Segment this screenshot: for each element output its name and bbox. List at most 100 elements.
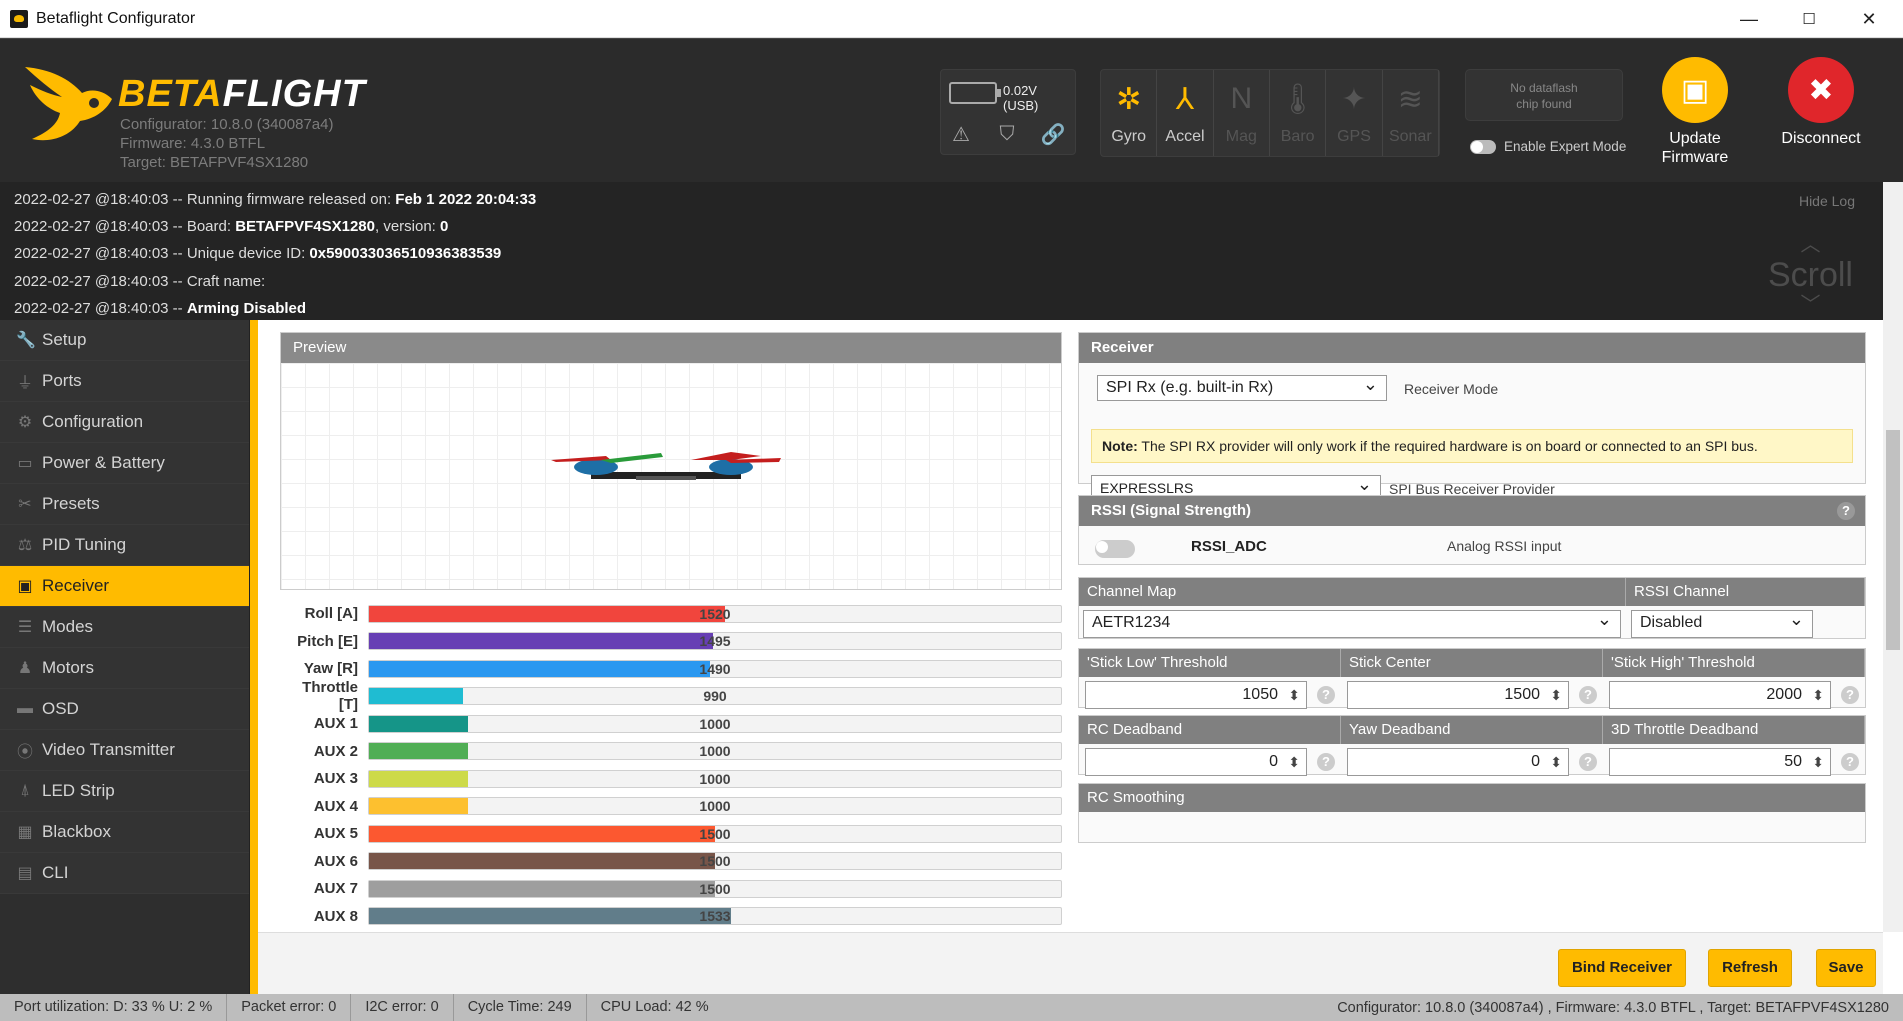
- save-button[interactable]: Save: [1816, 949, 1876, 987]
- channel-meter: 1500: [368, 880, 1062, 898]
- tab-receiver[interactable]: ▣ Receiver: [0, 566, 249, 607]
- pid-icon: ⚖: [16, 535, 34, 555]
- channel-row: AUX 3 1000: [280, 765, 1062, 793]
- tab-label: Motors: [42, 658, 94, 678]
- channel-value: 1500: [369, 826, 1061, 843]
- tab-video-transmitter[interactable]: ⦿ Video Transmitter: [0, 730, 249, 771]
- stick-center-input[interactable]: 1500: [1347, 681, 1569, 709]
- rssi-channel-select[interactable]: Disabled: [1631, 610, 1813, 638]
- stick-high-input[interactable]: 2000: [1609, 681, 1831, 709]
- sensor-gyro: ✲ Gyro: [1101, 70, 1157, 156]
- dataflash-line-1: No dataflash: [1466, 80, 1622, 96]
- presets-icon: ✂: [16, 494, 34, 514]
- scroll-toggle[interactable]: ︿ Scroll ﹀: [1768, 230, 1853, 320]
- channel-label: AUX 5: [280, 825, 368, 842]
- yaw-deadband-help-icon[interactable]: ?: [1579, 753, 1597, 771]
- receiver-mode-select[interactable]: SPI Rx (e.g. built-in Rx): [1097, 375, 1387, 401]
- stick-thresholds-panel: 'Stick Low' Threshold Stick Center 'Stic…: [1078, 648, 1866, 708]
- content-scroll-thumb[interactable]: [1886, 430, 1900, 650]
- rc-deadband-help-icon[interactable]: ?: [1317, 753, 1335, 771]
- log-bold: Feb 1 2022 20:04:33: [395, 191, 536, 208]
- tab-motors[interactable]: ♟ Motors: [0, 648, 249, 689]
- sensor-accel: ⅄ Accel: [1157, 70, 1213, 156]
- stick-high-heading: 'Stick High' Threshold: [1603, 649, 1865, 677]
- tab-label: Video Transmitter: [42, 740, 175, 760]
- channel-label: AUX 8: [280, 908, 368, 925]
- stick-low-input[interactable]: 1050: [1085, 681, 1307, 709]
- stick-high-help-icon[interactable]: ?: [1841, 686, 1859, 704]
- channel-meter: 1000: [368, 797, 1062, 815]
- i2c-error: I2C error: 0: [351, 994, 453, 1021]
- dataflash-status: No dataflash chip found: [1465, 69, 1623, 121]
- tab-configuration[interactable]: ⚙ Configuration: [0, 402, 249, 443]
- cpu-load: CPU Load: 42 %: [587, 994, 723, 1021]
- update-firmware-label-2: Firmware: [1640, 148, 1750, 167]
- baro-icon: 🌡: [1279, 80, 1317, 118]
- maximize-button[interactable]: ☐: [1780, 0, 1838, 38]
- channel-label: AUX 3: [280, 770, 368, 787]
- expert-mode-toggle[interactable]: [1470, 140, 1496, 154]
- yaw-deadband-input[interactable]: 0: [1347, 748, 1569, 776]
- update-firmware-button[interactable]: ▣ Update Firmware: [1640, 57, 1750, 167]
- tab-led-strip[interactable]: ⍋ LED Strip: [0, 771, 249, 812]
- log-text: , version:: [375, 218, 440, 235]
- rssi-adc-toggle[interactable]: [1095, 540, 1135, 558]
- tab-setup[interactable]: 🔧 Setup: [0, 320, 249, 361]
- channel-meter: 1533: [368, 907, 1062, 925]
- throttle-deadband-input[interactable]: 50: [1609, 748, 1831, 776]
- disconnect-button[interactable]: ✖ Disconnect: [1766, 57, 1876, 148]
- accel-icon: ⅄: [1166, 80, 1204, 118]
- yaw-deadband-heading: Yaw Deadband: [1341, 716, 1603, 744]
- channel-label: Pitch [E]: [280, 633, 368, 650]
- throttle-deadband-heading: 3D Throttle Deadband: [1603, 716, 1865, 744]
- throttle-deadband-help-icon[interactable]: ?: [1841, 753, 1859, 771]
- link-icon: 🔗: [1041, 122, 1065, 146]
- channel-row: AUX 2 1000: [280, 738, 1062, 766]
- channel-meter: 1000: [368, 742, 1062, 760]
- receiver-mode-label: Receiver Mode: [1404, 381, 1498, 397]
- target-board: Target: BETAFPVF4SX1280: [120, 153, 333, 172]
- close-button[interactable]: ✕: [1840, 0, 1898, 38]
- osd-icon: ▬: [16, 700, 34, 718]
- tab-power-battery[interactable]: ▭ Power & Battery: [0, 443, 249, 484]
- deadband-header: RC Deadband Yaw Deadband 3D Throttle Dea…: [1079, 716, 1865, 744]
- hide-log-link[interactable]: Hide Log: [1799, 188, 1855, 215]
- stick-center-help-icon[interactable]: ?: [1579, 686, 1597, 704]
- channel-meter: 1490: [368, 660, 1062, 678]
- battery-icon: [949, 82, 997, 104]
- minimize-button[interactable]: —: [1720, 0, 1778, 38]
- sonar-icon: ≋: [1391, 80, 1429, 118]
- tab-label: Presets: [42, 494, 100, 514]
- tab-presets[interactable]: ✂ Presets: [0, 484, 249, 525]
- cycle-time: Cycle Time: 249: [454, 994, 587, 1021]
- rc-deadband-input[interactable]: 0: [1085, 748, 1307, 776]
- tab-ports[interactable]: ⏚ Ports: [0, 361, 249, 402]
- stick-low-help-icon[interactable]: ?: [1317, 686, 1335, 704]
- bind-receiver-button[interactable]: Bind Receiver: [1558, 949, 1686, 987]
- log-line: 2022-02-27 @18:40:03 -- Running firmware…: [14, 186, 1883, 213]
- rc-smoothing-header: RC Smoothing: [1079, 784, 1865, 812]
- sensor-label: Accel: [1157, 128, 1212, 146]
- tab-pid-tuning[interactable]: ⚖ PID Tuning: [0, 525, 249, 566]
- rssi-help-icon[interactable]: ?: [1837, 502, 1855, 520]
- content-scrollbar[interactable]: [1883, 320, 1903, 932]
- channel-value: 1520: [369, 606, 1061, 623]
- receiver-tab-content: Preview Roll [A] 1520 Pitch [E] 1495 Yaw [R]…: [258, 320, 1883, 932]
- channel-meter: 1500: [368, 825, 1062, 843]
- scroll-down-icon: ﹀: [1768, 290, 1853, 320]
- rssi-adc-label: RSSI_ADC: [1191, 538, 1267, 555]
- tab-modes[interactable]: ☰ Modes: [0, 607, 249, 648]
- channel-map-select[interactable]: AETR1234: [1083, 610, 1621, 638]
- sensor-label: Baro: [1270, 128, 1325, 146]
- tab-blackbox[interactable]: ▦ Blackbox: [0, 812, 249, 853]
- dataflash-line-2: chip found: [1466, 96, 1622, 112]
- log-line: 2022-02-27 @18:40:03 -- Unique device ID…: [14, 240, 1883, 267]
- tab-cli[interactable]: ▤ CLI: [0, 853, 249, 894]
- log-scrollbar[interactable]: [1883, 182, 1903, 320]
- refresh-button[interactable]: Refresh: [1708, 949, 1792, 987]
- tab-osd[interactable]: ▬ OSD: [0, 689, 249, 730]
- sensor-sonar: ≋ Sonar: [1383, 70, 1439, 156]
- action-bar: Bind Receiver Refresh Save: [258, 932, 1883, 994]
- blackbox-icon: ▦: [16, 822, 34, 842]
- log-bold: BETAFPVF4SX1280: [235, 218, 375, 235]
